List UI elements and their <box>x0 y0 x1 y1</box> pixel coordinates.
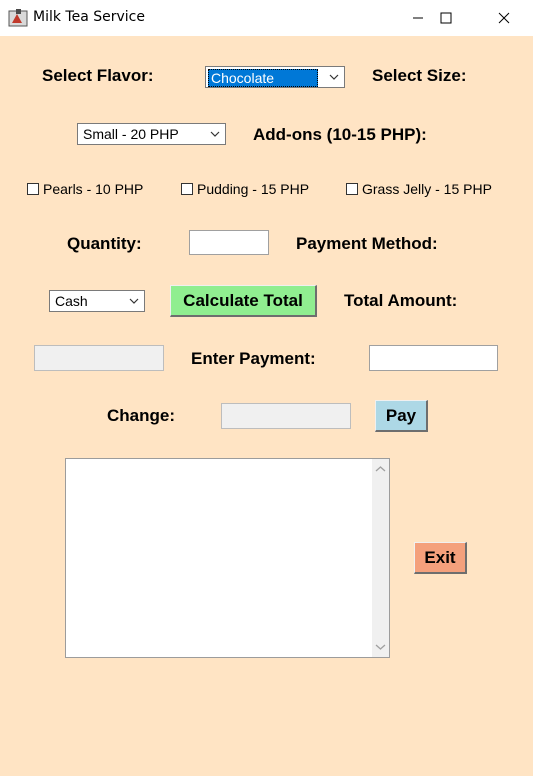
flavor-select[interactable]: Chocolate <box>205 66 345 88</box>
change-label: Change: <box>107 406 175 425</box>
addons-label: Add-ons (10-15 PHP): <box>253 125 427 144</box>
window-title: Milk Tea Service <box>33 9 145 25</box>
addon-pearls-checkbox[interactable]: Pearls - 10 PHP <box>27 181 143 197</box>
chevron-down-icon <box>129 298 139 304</box>
payment-method-value: Cash <box>55 293 88 309</box>
java-app-icon <box>8 9 28 27</box>
addon-pudding-label: Pudding - 15 PHP <box>197 181 310 197</box>
pay-button[interactable]: Pay <box>375 400 428 432</box>
addon-pudding-checkbox[interactable]: Pudding - 15 PHP <box>181 181 309 197</box>
checkbox-box <box>181 183 193 195</box>
change-field <box>221 403 351 429</box>
calculate-total-button[interactable]: Calculate Total <box>170 285 317 317</box>
payment-input[interactable] <box>369 345 498 371</box>
enter-payment-label: Enter Payment: <box>191 349 316 368</box>
checkbox-box <box>346 183 358 195</box>
addon-grass-jelly-checkbox[interactable]: Grass Jelly - 15 PHP <box>346 181 492 197</box>
quantity-label: Quantity: <box>67 234 142 253</box>
quantity-input[interactable] <box>189 230 269 255</box>
title-bar: Milk Tea Service <box>0 0 533 36</box>
size-select[interactable]: Small - 20 PHP <box>77 123 226 145</box>
vertical-scrollbar[interactable] <box>372 459 389 657</box>
total-amount-field <box>34 345 164 371</box>
total-amount-label: Total Amount: <box>344 291 458 310</box>
chevron-down-icon <box>329 74 339 80</box>
size-selected-value: Small - 20 PHP <box>83 126 179 142</box>
flavor-selected-value: Chocolate <box>208 69 318 87</box>
maximize-icon <box>440 12 452 24</box>
size-label: Select Size: <box>372 66 467 85</box>
receipt-textarea[interactable] <box>65 458 390 658</box>
checkbox-box <box>27 183 39 195</box>
exit-button[interactable]: Exit <box>414 542 467 574</box>
scroll-up-icon[interactable] <box>375 465 386 473</box>
maximize-button[interactable] <box>423 0 469 36</box>
payment-method-select[interactable]: Cash <box>49 290 145 312</box>
close-button[interactable] <box>481 0 527 36</box>
flavor-label: Select Flavor: <box>42 66 154 85</box>
chevron-down-icon <box>210 131 220 137</box>
scroll-down-icon[interactable] <box>375 643 386 651</box>
addon-grass-jelly-label: Grass Jelly - 15 PHP <box>362 181 492 197</box>
addon-pearls-label: Pearls - 10 PHP <box>43 181 144 197</box>
payment-method-label: Payment Method: <box>296 234 438 253</box>
close-icon <box>498 12 510 24</box>
